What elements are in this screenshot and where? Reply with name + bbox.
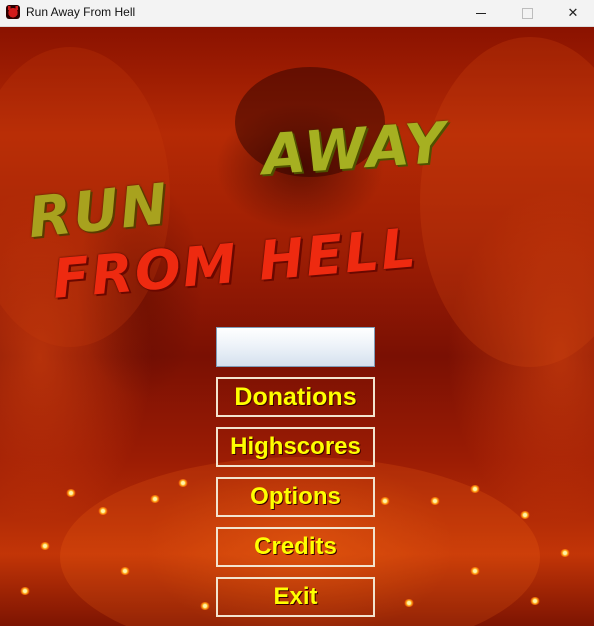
lava-ember — [200, 602, 210, 610]
title-bar[interactable]: Run Away From Hell ✕ — [0, 0, 594, 27]
logo-text-away: AWAY — [259, 110, 450, 189]
lava-ember — [430, 497, 440, 505]
lava-ember — [560, 549, 570, 557]
game-window: Run Away From Hell ✕ RUN AWAY FROM HELL … — [0, 0, 594, 626]
lava-ember — [20, 587, 30, 595]
lava-ember — [380, 497, 390, 505]
lava-ember — [40, 542, 50, 550]
lava-ember — [150, 495, 160, 503]
cave-wall-right — [420, 37, 594, 367]
minimize-button[interactable] — [458, 0, 504, 26]
lava-ember — [66, 489, 76, 497]
lava-ember — [530, 597, 540, 605]
game-canvas: RUN AWAY FROM HELL Donations Highscores … — [0, 27, 594, 626]
exit-button[interactable]: Exit — [216, 577, 375, 617]
lava-ember — [404, 599, 414, 607]
lava-ember — [470, 485, 480, 493]
close-icon: ✕ — [567, 5, 579, 20]
player-name-input[interactable] — [216, 327, 375, 367]
donations-button[interactable]: Donations — [216, 377, 375, 417]
window-title: Run Away From Hell — [26, 5, 136, 19]
maximize-icon — [521, 7, 533, 19]
lava-ember — [470, 567, 480, 575]
app-devil-icon — [6, 5, 20, 19]
credits-button[interactable]: Credits — [216, 527, 375, 567]
highscores-button[interactable]: Highscores — [216, 427, 375, 467]
lava-ember — [120, 567, 130, 575]
close-button[interactable]: ✕ — [550, 0, 594, 26]
options-button[interactable]: Options — [216, 477, 375, 517]
maximize-button[interactable] — [504, 0, 550, 26]
minimize-icon — [476, 12, 486, 14]
lava-ember — [520, 511, 530, 519]
lava-ember — [178, 479, 188, 487]
lava-ember — [98, 507, 108, 515]
